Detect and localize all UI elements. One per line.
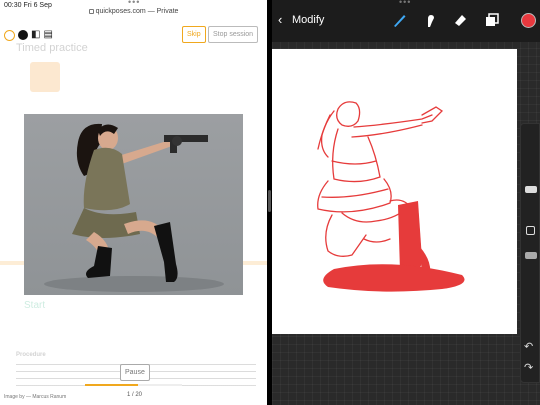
session-controls: ◧ ▤	[4, 28, 53, 42]
eraser-icon[interactable]	[452, 12, 468, 28]
reference-photo	[24, 114, 243, 295]
image-credit: Image by — Marcus Ranum	[4, 394, 67, 400]
brush-size-slider[interactable]	[525, 186, 537, 193]
progress-fill	[85, 384, 139, 386]
section-heading: Procedure	[16, 352, 46, 358]
drawing-app-pane: ••• ‹ Modify ↶ ↷	[272, 0, 540, 405]
brush-sidebar: ↶ ↷	[520, 123, 540, 383]
start-link: Start	[24, 300, 46, 311]
circle-filled-icon[interactable]	[18, 30, 28, 40]
divider-handle[interactable]	[268, 190, 271, 212]
red-sketch	[317, 101, 465, 292]
opacity-slider[interactable]	[525, 252, 537, 259]
redo-icon[interactable]: ↷	[524, 361, 533, 374]
url-bar[interactable]: quickposes.com — Private	[0, 8, 267, 15]
lock-icon	[88, 8, 94, 14]
modify-button[interactable]	[526, 226, 535, 235]
circle-outline-icon[interactable]	[4, 29, 15, 41]
skip-button[interactable]: Skip	[182, 26, 206, 43]
app-toolbar: ••• ‹ Modify	[272, 0, 540, 42]
pause-button[interactable]: Pause	[120, 364, 150, 381]
multitask-dots-icon[interactable]: •••	[128, 0, 140, 7]
undo-icon[interactable]: ↶	[524, 340, 533, 353]
grid-icon[interactable]: ▤	[43, 30, 52, 40]
stop-session-button[interactable]: Stop session	[208, 26, 259, 43]
url-text: quickposes.com — Private	[95, 8, 179, 15]
smudge-icon[interactable]	[422, 12, 438, 28]
layers-icon[interactable]	[484, 12, 500, 28]
flip-icon[interactable]: ◧	[31, 30, 40, 40]
color-picker-button[interactable]	[521, 13, 536, 28]
back-button[interactable]: Modify	[292, 14, 324, 26]
drawing-canvas[interactable]	[272, 49, 517, 334]
brush-icon[interactable]	[392, 12, 408, 28]
page-heading: Timed practice	[16, 42, 88, 54]
back-chevron-icon[interactable]: ‹	[278, 12, 282, 27]
multitask-dots-icon[interactable]: •••	[399, 0, 411, 7]
progress-bar	[85, 384, 182, 386]
pose-counter: 1 / 20	[127, 392, 143, 398]
browser-pane: 00:30 Fri 6 Sep ••• quickposes.com — Pri…	[0, 0, 267, 405]
site-logo	[30, 62, 60, 92]
